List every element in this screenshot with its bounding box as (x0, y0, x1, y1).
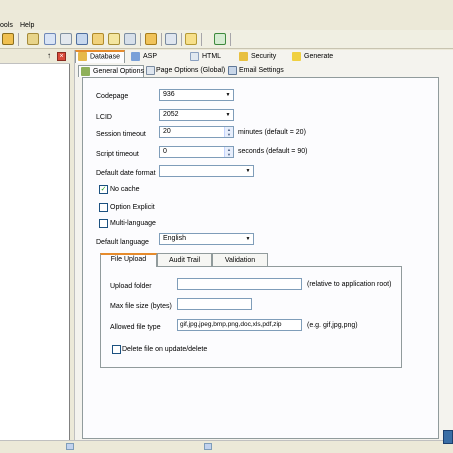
tab-security[interactable]: Security (237, 50, 287, 63)
toolbar-separator (161, 33, 162, 46)
tree-panel-header: ↑ × (0, 50, 70, 64)
max-file-size-label: Max file size (bytes) (110, 303, 172, 310)
menu-tools[interactable]: ools (0, 22, 13, 30)
session-timeout-hint: minutes (default = 20) (238, 129, 306, 136)
no-cache-checkbox[interactable]: ✓ (99, 185, 108, 194)
asp-icon (131, 51, 140, 61)
scroll-right-icon[interactable] (204, 443, 212, 450)
tab-validation[interactable]: Validation (212, 253, 268, 266)
subtab-general-options[interactable]: General Options (78, 65, 144, 77)
upload-folder-label: Upload folder (110, 283, 152, 290)
open-folder-icon[interactable] (2, 33, 14, 45)
lightning-icon (292, 51, 301, 61)
database-icon (78, 52, 87, 61)
multi-language-checkbox[interactable] (99, 219, 108, 228)
lcid-label: LCID (96, 114, 112, 121)
build-icon[interactable] (145, 33, 157, 45)
allowed-file-type-input[interactable]: gif,jpg,jpeg,bmp,png,doc,xls,pdf,zip (177, 319, 302, 331)
chevron-down-icon[interactable]: ▼ (223, 90, 233, 100)
codepage-select[interactable]: 936 ▼ (159, 89, 234, 101)
tab-file-upload[interactable]: File Upload (100, 253, 157, 267)
spin-down-icon[interactable]: ▼ (225, 132, 233, 137)
tab-database[interactable]: Database (75, 50, 125, 63)
toolbar-separator (18, 33, 19, 46)
max-file-size-input[interactable] (177, 298, 252, 310)
menu-help[interactable]: Help (20, 22, 34, 30)
delete-file-label: Delete file on update/delete (122, 346, 208, 353)
default-language-select[interactable]: English ▼ (159, 233, 254, 245)
copy-icon[interactable] (124, 33, 136, 45)
app-corner-icon (443, 430, 453, 444)
delete-file-checkbox[interactable] (112, 345, 121, 354)
pin-icon[interactable]: ↑ (47, 51, 51, 61)
allowed-file-type-label: Allowed file type (110, 324, 161, 331)
new-project-icon[interactable] (27, 33, 39, 45)
lock-icon (239, 51, 248, 61)
spin-buttons[interactable]: ▲ ▼ (224, 127, 233, 137)
folder-icon[interactable] (92, 33, 104, 45)
chevron-down-icon[interactable]: ▼ (243, 166, 253, 176)
tools-icon[interactable] (165, 33, 177, 45)
spin-down-icon[interactable]: ▼ (225, 152, 233, 157)
close-icon[interactable]: × (57, 52, 66, 61)
lcid-select[interactable]: 2052 ▼ (159, 109, 234, 121)
page-icon (146, 65, 155, 75)
settings-icon (81, 66, 90, 76)
subtab-page-options[interactable]: Page Options (Global) (146, 65, 225, 77)
tab-generate[interactable]: Generate (290, 50, 342, 63)
subtab-email-settings[interactable]: Email Settings (228, 65, 288, 77)
html-icon (190, 51, 199, 61)
upload-folder-input[interactable] (177, 278, 302, 290)
session-timeout-label: Session timeout (96, 131, 146, 138)
tab-html[interactable]: HTML (188, 50, 234, 63)
script-timeout-stepper[interactable]: 0 ▲ ▼ (159, 146, 234, 158)
toolbar (0, 30, 453, 49)
option-explicit-label: Option Explicit (110, 204, 155, 211)
chevron-down-icon[interactable]: ▼ (243, 234, 253, 244)
refresh-icon[interactable] (214, 33, 226, 45)
page-icon[interactable] (44, 33, 56, 45)
toolbar-separator (140, 33, 141, 46)
option-explicit-checkbox[interactable] (99, 203, 108, 212)
date-format-select[interactable]: ▼ (159, 165, 254, 177)
date-format-label: Default date format (96, 170, 156, 177)
codepage-label: Codepage (96, 93, 129, 100)
no-cache-label: No cache (110, 186, 140, 193)
scroll-left-icon[interactable] (66, 443, 74, 450)
toolbar-separator (181, 33, 182, 46)
session-timeout-stepper[interactable]: 20 ▲ ▼ (159, 126, 234, 138)
generate-icon[interactable] (185, 33, 197, 45)
email-icon (228, 65, 237, 75)
upload-folder-hint: (relative to application root) (307, 281, 392, 288)
menu-bar: ools Help (0, 0, 453, 29)
allowed-file-type-hint: (e.g. gif,jpg,png) (307, 322, 358, 329)
toolbar-separator (230, 33, 231, 46)
multi-language-label: Multi-language (110, 220, 156, 227)
spin-buttons[interactable]: ▲ ▼ (224, 147, 233, 157)
edit-icon[interactable] (108, 33, 120, 45)
tab-audit-trail[interactable]: Audit Trail (157, 253, 212, 266)
document-icon[interactable] (60, 33, 72, 45)
chevron-down-icon[interactable]: ▼ (223, 110, 233, 120)
tab-asp[interactable]: ASP (129, 50, 173, 63)
project-tree-panel[interactable] (0, 50, 70, 440)
script-timeout-hint: seconds (default = 90) (238, 148, 308, 155)
script-timeout-label: Script timeout (96, 151, 139, 158)
default-language-label: Default language (96, 239, 149, 246)
save-icon[interactable] (76, 33, 88, 45)
toolbar-separator (201, 33, 202, 46)
